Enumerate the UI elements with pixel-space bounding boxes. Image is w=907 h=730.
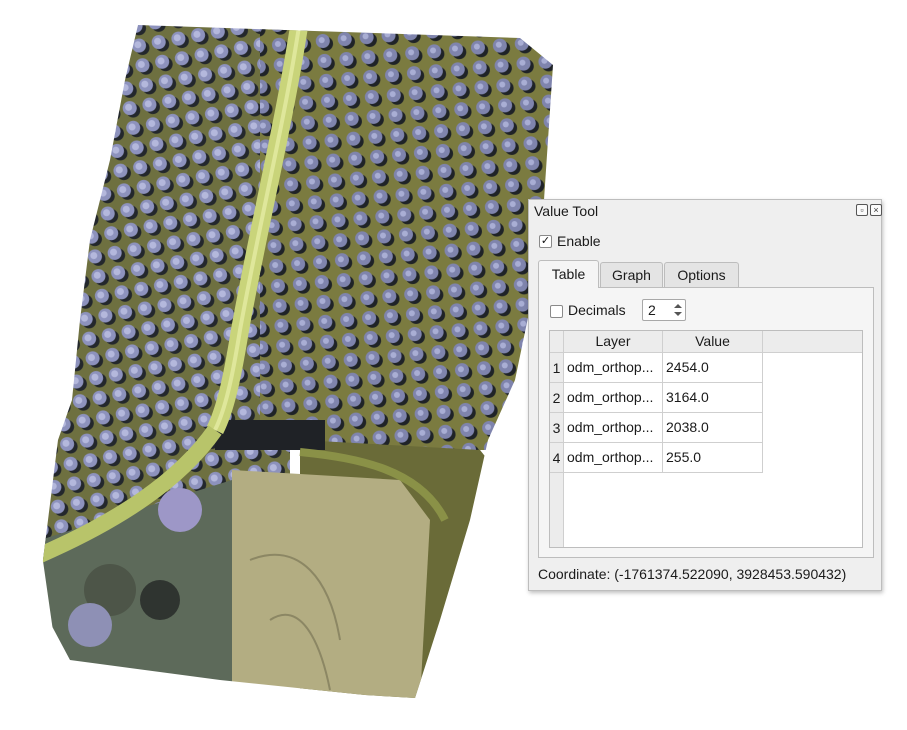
coordinate-readout: Coordinate: (-1761374.522090, 3928453.59… xyxy=(538,566,847,582)
tree-shadow-band xyxy=(215,420,325,450)
value-cell[interactable]: 3164.0 xyxy=(663,383,763,413)
value-tool-panel: Value Tool ▫ × ✓ Enable Table Graph Opti… xyxy=(528,199,882,591)
tab-table[interactable]: Table xyxy=(538,260,599,288)
tab-graph[interactable]: Graph xyxy=(600,262,663,287)
tab-options[interactable]: Options xyxy=(664,262,739,287)
column-header-filler xyxy=(763,331,862,353)
row-number[interactable]: 3 xyxy=(550,413,564,443)
row-number[interactable]: 1 xyxy=(550,353,564,383)
value-table[interactable]: Layer Value 1 odm_orthop... 2454.0 2 odm… xyxy=(549,330,863,548)
decimals-label[interactable]: Decimals xyxy=(568,302,626,318)
decimals-spinbox-value[interactable]: 2 xyxy=(648,302,656,318)
table-row[interactable]: 2 odm_orthop... 3164.0 xyxy=(550,383,763,413)
orchard-area-east xyxy=(260,25,553,450)
decimals-checkbox[interactable] xyxy=(550,305,563,318)
row-number[interactable]: 4 xyxy=(550,443,564,473)
table-row[interactable]: 4 odm_orthop... 255.0 xyxy=(550,443,763,473)
table-row[interactable]: 1 odm_orthop... 2454.0 xyxy=(550,353,763,383)
spin-down-icon[interactable] xyxy=(674,312,682,316)
column-header-value[interactable]: Value xyxy=(663,331,763,353)
flowering-trees xyxy=(158,488,202,532)
layer-cell[interactable]: odm_orthop... xyxy=(564,413,663,443)
close-panel-icon[interactable]: × xyxy=(870,204,882,216)
spin-up-icon[interactable] xyxy=(674,304,682,308)
value-tool-title: Value Tool xyxy=(534,203,599,219)
open-field xyxy=(232,470,430,698)
float-panel-icon[interactable]: ▫ xyxy=(856,204,868,216)
value-cell[interactable]: 255.0 xyxy=(663,443,763,473)
layer-cell[interactable]: odm_orthop... xyxy=(564,383,663,413)
enable-label[interactable]: Enable xyxy=(557,233,601,249)
table-tab-pane: Decimals 2 Layer Value 1 odm_orthop... 2… xyxy=(538,287,874,558)
layer-cell[interactable]: odm_orthop... xyxy=(564,353,663,383)
table-row[interactable]: 3 odm_orthop... 2038.0 xyxy=(550,413,763,443)
decimals-spinbox[interactable]: 2 xyxy=(642,299,686,321)
value-cell[interactable]: 2038.0 xyxy=(663,413,763,443)
value-tool-titlebar[interactable]: Value Tool ▫ × xyxy=(529,200,882,222)
row-number[interactable]: 2 xyxy=(550,383,564,413)
column-header-layer[interactable]: Layer xyxy=(564,331,663,353)
layer-cell[interactable]: odm_orthop... xyxy=(564,443,663,473)
table-corner-header[interactable] xyxy=(550,331,564,353)
enable-checkbox[interactable]: ✓ xyxy=(539,235,552,248)
value-cell[interactable]: 2454.0 xyxy=(663,353,763,383)
